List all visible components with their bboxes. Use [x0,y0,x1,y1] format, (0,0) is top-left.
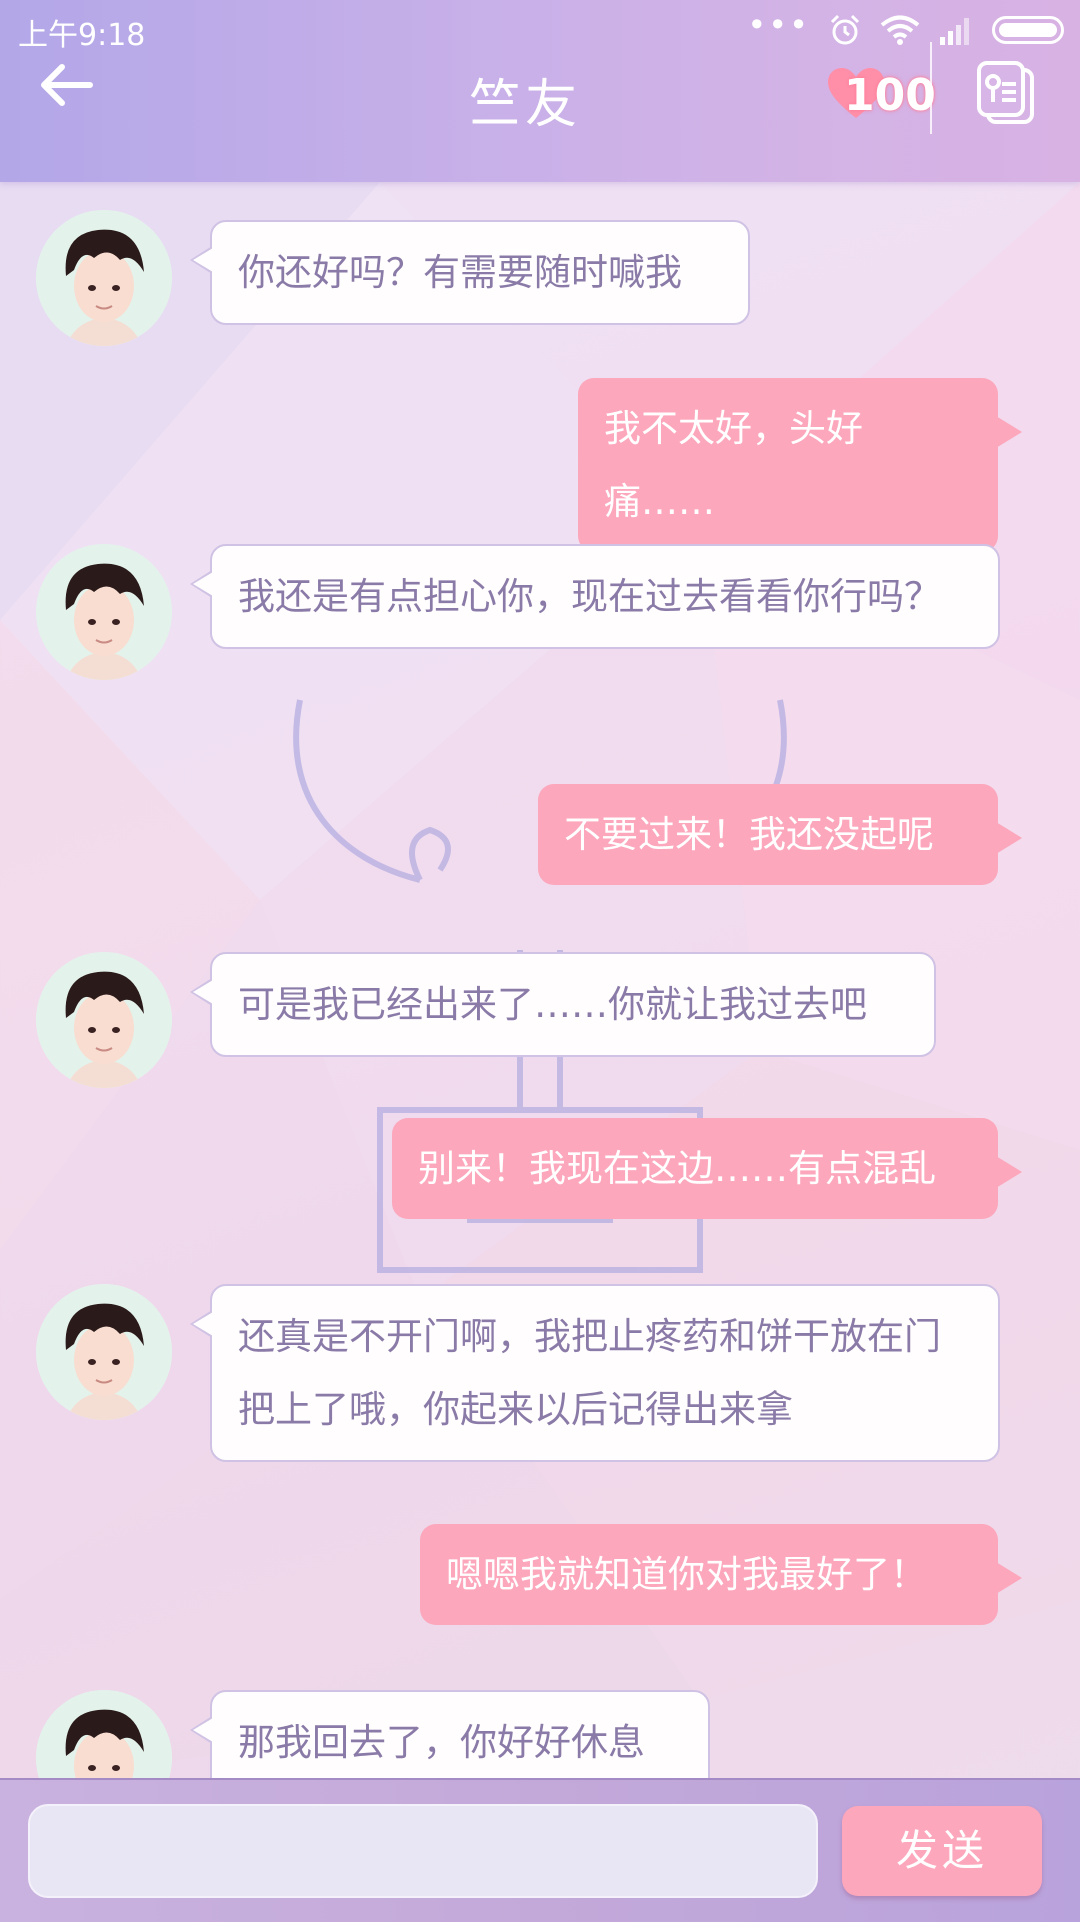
message-bubble-outgoing: 不要过来！我还没起呢 [538,784,1022,885]
avatar-portrait [36,952,172,1088]
message-bubble-outgoing: 嗯嗯我就知道你对我最好了！ [420,1524,1022,1625]
send-button[interactable]: 发送 [842,1806,1042,1896]
affection-badge: 100 [826,62,936,134]
alarm-icon [830,14,860,45]
avatar [36,1690,172,1778]
profile-button[interactable] [976,60,1040,128]
status-time: 上午9:18 [18,18,146,53]
affection-count: 100 [844,70,936,121]
status-bar: 上午9:18 ••• [0,0,1080,60]
composer-bar: 发送 [0,1778,1080,1922]
app-header: 上午9:18 ••• 竺友 100 [0,0,1080,182]
message-bubble-incoming: 还真是不开门啊，我把止疼药和饼干放在门把上了哦，你起来以后记得出来拿 [190,1284,1000,1462]
header-divider [930,42,932,134]
avatar [36,544,172,680]
more-dots-icon: ••• [747,6,810,44]
avatar [36,1284,172,1420]
signal-icon [940,18,969,45]
message-bubble-outgoing: 我不太好，头好痛…… [578,378,1022,552]
contact-card-icon [977,61,1034,124]
chat-list[interactable]: 你还好吗？有需要随时喊我 我不太好，头好痛…… 我还是有点担心你，现在过去看看你… [0,182,1080,1778]
battery-icon [992,16,1064,44]
message-bubble-outgoing: 别来！我现在这边……有点混乱 [392,1118,1022,1219]
avatar-portrait [36,1690,172,1778]
avatar [36,952,172,1088]
message-bubble-incoming: 那我回去了，你好好休息 [190,1690,710,1778]
message-bubble-incoming: 我还是有点担心你，现在过去看看你行吗？ [190,544,1000,649]
message-bubble-incoming: 可是我已经出来了……你就让我过去吧 [190,952,936,1057]
avatar-portrait [36,544,172,680]
wifi-icon [880,15,920,45]
avatar-portrait [36,210,172,346]
avatar [36,210,172,346]
status-icons: ••• [747,6,1064,50]
avatar-portrait [36,1284,172,1420]
message-bubble-incoming: 你还好吗？有需要随时喊我 [190,220,750,325]
message-input[interactable] [28,1804,818,1898]
